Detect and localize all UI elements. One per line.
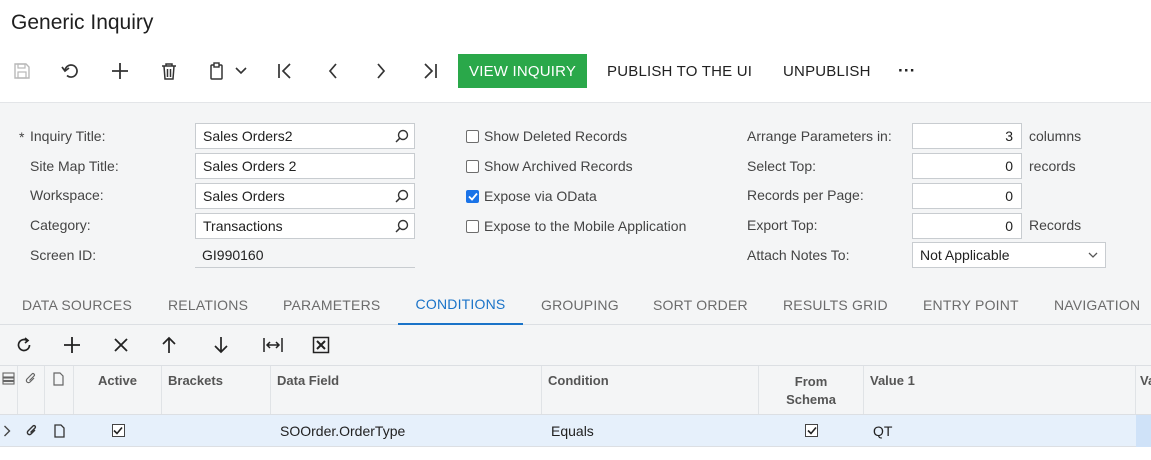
tab-parameters[interactable]: PARAMETERS (283, 284, 380, 325)
expose-mobile-app-checkbox[interactable]: Expose to the Mobile Application (466, 218, 686, 234)
export-top-label: Export Top: (747, 217, 818, 233)
arrange-parameters-field[interactable]: 3 (912, 123, 1022, 149)
grid-header: Active Brackets Data Field Condition Fro… (0, 365, 1151, 415)
checkbox-checked-icon[interactable] (466, 189, 479, 203)
save-icon[interactable] (10, 52, 34, 90)
search-icon[interactable] (390, 219, 414, 233)
data-field-column-header[interactable]: Data Field (271, 366, 542, 414)
workspace-label: Workspace: (30, 187, 104, 203)
export-top-field[interactable]: 0 (912, 213, 1022, 239)
row-selector-icon[interactable] (0, 366, 18, 414)
inquiry-title-field[interactable]: Sales Orders2 (195, 123, 415, 149)
refresh-icon[interactable] (13, 334, 35, 356)
show-deleted-records-checkbox[interactable]: Show Deleted Records (466, 128, 627, 144)
arrow-down-icon[interactable] (210, 334, 232, 356)
chevron-down-icon[interactable] (1081, 252, 1105, 258)
conditions-grid: Active Brackets Data Field Condition Fro… (0, 365, 1151, 460)
main-toolbar: VIEW INQUIRY PUBLISH TO THE UI UNPUBLISH… (0, 52, 1151, 90)
table-row[interactable]: SOOrder.OrderType Equals QT (0, 415, 1151, 447)
from-schema-column-header[interactable]: From Schema (759, 366, 864, 414)
export-excel-icon[interactable] (310, 334, 332, 356)
row-expand-chevron-icon[interactable] (0, 415, 18, 446)
export-records-unit-label: Records (1029, 217, 1082, 233)
screen-id-label: Screen ID: (30, 247, 97, 263)
row-note-icon[interactable] (45, 415, 74, 446)
required-mark: * (19, 129, 25, 145)
add-icon[interactable] (107, 52, 133, 90)
first-record-icon[interactable] (272, 52, 298, 90)
undo-icon[interactable] (58, 52, 84, 90)
inquiry-tabs: DATA SOURCES RELATIONS PARAMETERS CONDIT… (0, 284, 1151, 325)
tab-relations[interactable]: RELATIONS (168, 284, 248, 325)
arrow-up-icon[interactable] (158, 334, 180, 356)
view-inquiry-button[interactable]: VIEW INQUIRY (458, 54, 588, 88)
active-column-header[interactable]: Active (74, 366, 162, 414)
delete-icon[interactable] (156, 52, 182, 90)
attach-notes-label: Attach Notes To: (747, 247, 850, 263)
tab-conditions[interactable]: CONDITIONS (398, 284, 523, 325)
checkbox-empty-icon[interactable] (466, 129, 479, 143)
next-record-icon[interactable] (368, 52, 394, 90)
attachment-icon (18, 366, 45, 414)
inquiry-header-form: * Inquiry Title: Sales Orders2 Site Map … (0, 102, 1151, 284)
tab-entry-point[interactable]: ENTRY POINT (923, 284, 1019, 325)
value1-column-header[interactable]: Value 1 (864, 366, 1136, 414)
condition-column-header[interactable]: Condition (542, 366, 759, 414)
tab-sort-order[interactable]: SORT ORDER (653, 284, 748, 325)
records-unit-label: records (1029, 158, 1076, 174)
columns-unit-label: columns (1029, 128, 1082, 144)
site-map-title-field[interactable]: Sales Orders 2 (195, 153, 415, 179)
chevron-down-icon[interactable] (232, 52, 250, 90)
checkbox-checked-icon[interactable] (111, 424, 125, 437)
row-value1-cell[interactable]: QT (864, 415, 1136, 446)
row-condition-cell[interactable]: Equals (542, 415, 759, 446)
records-per-page-field[interactable]: 0 (912, 183, 1022, 209)
tab-grouping[interactable]: GROUPING (541, 284, 619, 325)
row-active-checkbox[interactable] (74, 415, 162, 446)
search-icon[interactable] (390, 189, 414, 203)
grid-toolbar (0, 325, 1151, 365)
tab-navigation[interactable]: NAVIGATION (1054, 284, 1140, 325)
category-label: Category: (30, 217, 91, 233)
copy-paste-icon[interactable] (203, 52, 231, 90)
page-title: Generic Inquiry (11, 11, 154, 34)
publish-to-ui-button[interactable]: PUBLISH TO THE UI (607, 52, 752, 90)
records-per-page-label: Records per Page: (747, 187, 864, 203)
more-menu-button[interactable]: ··· (898, 52, 916, 90)
unpublish-button[interactable]: UNPUBLISH (783, 52, 871, 90)
select-top-label: Select Top: (747, 158, 817, 174)
search-icon[interactable] (390, 129, 414, 143)
select-top-field[interactable]: 0 (912, 153, 1022, 179)
workspace-field[interactable]: Sales Orders (195, 183, 415, 209)
row-value2-cell[interactable] (1136, 415, 1151, 447)
brackets-column-header[interactable]: Brackets (162, 366, 271, 414)
inquiry-title-label: Inquiry Title: (30, 128, 106, 144)
expose-via-odata-checkbox[interactable]: Expose via OData (466, 188, 597, 204)
fit-columns-icon[interactable] (262, 334, 284, 356)
tab-data-sources[interactable]: DATA SOURCES (22, 284, 132, 325)
site-map-title-label: Site Map Title: (30, 158, 119, 174)
row-attachment-icon[interactable] (18, 415, 45, 446)
row-brackets-cell[interactable] (162, 415, 271, 446)
last-record-icon[interactable] (417, 52, 443, 90)
add-row-icon[interactable] (61, 334, 83, 356)
screen-id-field: GI990160 (195, 242, 415, 268)
delete-row-icon[interactable] (110, 334, 132, 356)
checkbox-checked-icon[interactable] (805, 424, 818, 437)
value2-column-header[interactable]: Va (1136, 366, 1151, 414)
checkbox-empty-icon[interactable] (466, 159, 479, 173)
row-from-schema-checkbox[interactable] (759, 415, 864, 446)
attach-notes-select[interactable]: Not Applicable (912, 242, 1106, 268)
previous-record-icon[interactable] (320, 52, 346, 90)
checkbox-empty-icon[interactable] (466, 219, 479, 233)
tab-results-grid[interactable]: RESULTS GRID (783, 284, 888, 325)
arrange-parameters-label: Arrange Parameters in: (747, 128, 892, 144)
row-data-field-cell[interactable]: SOOrder.OrderType (271, 415, 542, 446)
note-icon (45, 366, 74, 414)
category-field[interactable]: Transactions (195, 213, 415, 239)
show-archived-records-checkbox[interactable]: Show Archived Records (466, 158, 633, 174)
